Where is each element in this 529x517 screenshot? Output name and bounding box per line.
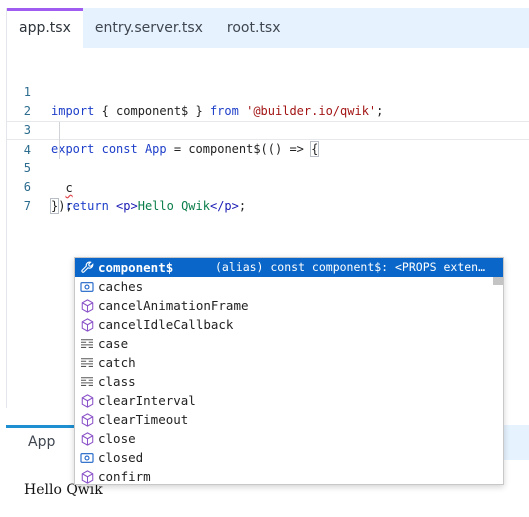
tab-label: app.tsx	[19, 20, 71, 36]
suggestion-widget[interactable]: component$ (alias) const component$: <PR…	[74, 257, 504, 485]
code-area[interactable]: 1 import { component$ } from '@builder.i…	[7, 64, 529, 214]
cube-icon	[79, 469, 95, 485]
variable-icon	[79, 279, 95, 295]
suggestion-item[interactable]: close	[75, 429, 503, 448]
suggestion-scrollbar[interactable]	[493, 277, 503, 285]
suggestion-label: cancelAnimationFrame	[98, 298, 249, 313]
suggestion-item[interactable]: case	[75, 334, 503, 353]
tab-label: root.tsx	[226, 20, 281, 36]
code-line-2: 2	[7, 83, 529, 118]
tab-entry-server-tsx[interactable]: entry.server.tsx	[83, 8, 215, 48]
code-line-7: 7	[7, 178, 529, 213]
suggestion-item[interactable]: closed	[75, 448, 503, 467]
suggestion-item[interactable]: clearInterval	[75, 391, 503, 410]
suggestion-detail: (alias) const component$: <PROPS extends…	[215, 260, 491, 274]
suggestion-item[interactable]: component$ (alias) const component$: <PR…	[75, 258, 503, 277]
suggestion-label: close	[98, 431, 136, 446]
snippet-icon	[79, 355, 95, 371]
tab-app-tsx[interactable]: app.tsx	[7, 8, 83, 48]
cube-icon	[79, 431, 95, 447]
tab-label: App	[28, 434, 56, 450]
line-number: 7	[23, 199, 31, 213]
cube-icon	[79, 317, 95, 333]
snippet-icon	[79, 374, 95, 390]
snippet-icon	[79, 336, 95, 352]
code-line-1: 1 import { component$ } from '@builder.i…	[7, 64, 529, 118]
suggestion-label: class	[98, 374, 136, 389]
suggestion-item[interactable]: confirm	[75, 467, 503, 485]
cube-icon	[79, 412, 95, 428]
suggestion-label: clearTimeout	[98, 412, 189, 427]
code-line-4: 4 c	[7, 121, 529, 195]
suggestion-item[interactable]: class	[75, 372, 503, 391]
suggestion-item[interactable]: catch	[75, 353, 503, 372]
suggestion-label: caches	[98, 279, 144, 294]
tab-label: entry.server.tsx	[94, 20, 203, 36]
suggestion-item[interactable]: cancelAnimationFrame	[75, 296, 503, 315]
suggestion-label: catch	[98, 355, 136, 370]
cube-icon	[79, 298, 95, 314]
variable-icon	[79, 450, 95, 466]
tab-root-tsx[interactable]: root.tsx	[215, 8, 293, 48]
suggestion-item[interactable]: clearTimeout	[75, 410, 503, 429]
code-line-5: 5 return <p>Hello Qwik</p>;	[7, 140, 529, 213]
code-line-3: 3 export const App = component$(() => {	[7, 102, 529, 157]
suggestion-label: clearInterval	[98, 393, 196, 408]
suggestion-label: confirm	[98, 469, 151, 484]
code-text: return <p>Hello Qwik</p>;	[65, 199, 247, 213]
suggestion-label: closed	[98, 450, 144, 465]
indent-guide	[59, 140, 60, 159]
code-text: });	[49, 198, 73, 214]
cube-icon	[79, 393, 95, 409]
editor-tabbar: app.tsx entry.server.tsx root.tsx	[7, 8, 529, 48]
indent-guide	[59, 122, 60, 141]
tab-app-preview[interactable]: App	[6, 425, 76, 460]
suggestion-item[interactable]: caches	[75, 277, 503, 296]
wrench-icon	[79, 260, 95, 276]
suggestion-label: component$	[98, 260, 174, 275]
suggestion-item[interactable]: cancelIdleCallback	[75, 315, 503, 334]
suggestion-label: cancelIdleCallback	[98, 317, 234, 332]
suggestion-label: case	[98, 336, 129, 351]
code-line-6: 6 });	[7, 159, 529, 214]
